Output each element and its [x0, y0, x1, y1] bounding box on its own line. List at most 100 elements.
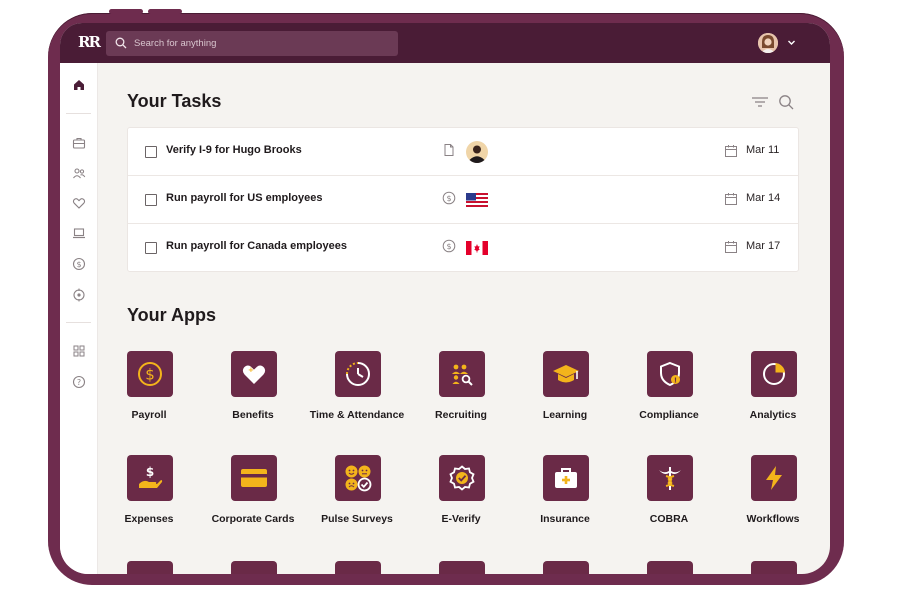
calendar-icon	[725, 241, 737, 253]
hand-dollar-icon: $	[127, 455, 173, 501]
task-list: Verify I-9 for Hugo Brooks Mar 11 Run pa…	[127, 127, 799, 272]
app-label: Expenses	[124, 513, 174, 525]
us-flag	[466, 193, 488, 207]
app-label: Compliance	[639, 409, 699, 421]
dollar-icon[interactable]: $	[71, 256, 87, 272]
pie-chart-icon	[751, 351, 797, 397]
chevron-down-icon[interactable]	[787, 38, 796, 47]
task-label: Run payroll for US employees	[166, 192, 323, 204]
task-label: Verify I-9 for Hugo Brooks	[166, 144, 302, 156]
shield-icon: !	[647, 351, 693, 397]
filter-icon[interactable]	[751, 95, 769, 114]
recruiting-icon	[439, 351, 485, 397]
search-input[interactable]	[134, 35, 384, 52]
home-icon[interactable]	[71, 77, 87, 93]
search-bar[interactable]	[106, 31, 398, 56]
app-tile-partial[interactable]	[127, 561, 173, 574]
people-icon[interactable]	[71, 165, 87, 181]
app-label: Learning	[542, 409, 588, 421]
app-corporate-cards[interactable]: Corporate Cards	[201, 455, 305, 535]
medical-bag-icon	[543, 455, 589, 501]
help-icon[interactable]: ?	[71, 374, 87, 390]
app-recruiting[interactable]: Recruiting	[409, 351, 513, 431]
laptop-icon[interactable]	[71, 225, 87, 241]
svg-text:$: $	[446, 242, 451, 251]
main-content: Your Tasks Verify I-9 for Hugo Brooks Ma…	[97, 63, 830, 574]
heart-icon: +	[231, 351, 277, 397]
app-e-verify[interactable]: E-Verify	[409, 455, 513, 535]
calendar-icon	[725, 193, 737, 205]
calendar-icon	[725, 145, 737, 157]
tablet-button	[148, 9, 182, 14]
task-row[interactable]: Run payroll for US employees $ Mar 14	[128, 176, 798, 224]
task-row[interactable]: Run payroll for Canada employees $ Mar 1…	[128, 224, 798, 271]
app-label: Corporate Cards	[211, 513, 295, 525]
svg-text:!: !	[674, 376, 677, 384]
dollar-icon: $	[442, 239, 456, 253]
sidebar-divider	[66, 113, 91, 114]
lightning-icon	[751, 455, 797, 501]
task-checkbox[interactable]	[145, 242, 157, 254]
app-pulse-surveys[interactable]: Pulse Surveys	[305, 455, 409, 535]
briefcase-icon[interactable]	[71, 135, 87, 151]
avatar-icon[interactable]	[758, 33, 778, 53]
app-label: Payroll	[131, 409, 167, 421]
app-tile-partial[interactable]	[231, 561, 277, 574]
badge-check-icon	[439, 455, 485, 501]
apps-icon[interactable]	[71, 343, 87, 359]
heart-icon[interactable]	[71, 195, 87, 211]
sidebar-divider	[66, 322, 91, 323]
svg-text:$: $	[145, 366, 155, 384]
app-benefits[interactable]: + Benefits	[201, 351, 305, 431]
tasks-title: Your Tasks	[127, 91, 222, 111]
app-workflows[interactable]: Workflows	[721, 455, 825, 535]
app-analytics[interactable]: Analytics	[721, 351, 825, 431]
task-due-date: Mar 11	[746, 144, 780, 156]
task-label: Run payroll for Canada employees	[166, 240, 347, 252]
card-icon	[231, 455, 277, 501]
app-tile-partial[interactable]	[751, 561, 797, 574]
rippling-logo[interactable]: RR	[78, 33, 101, 51]
app-cobra[interactable]: COBRA	[617, 455, 721, 535]
app-label: Insurance	[540, 513, 590, 525]
app-label: Analytics	[749, 409, 797, 421]
task-row[interactable]: Verify I-9 for Hugo Brooks Mar 11	[128, 128, 798, 176]
graduation-cap-icon	[543, 351, 589, 397]
dollar-icon: $	[442, 191, 456, 205]
svg-text:+: +	[248, 366, 254, 374]
svg-text:$: $	[146, 465, 154, 479]
task-checkbox[interactable]	[145, 194, 157, 206]
app-payroll[interactable]: $ Payroll	[97, 351, 201, 431]
apps-title: Your Apps	[127, 305, 216, 325]
app-tile-partial[interactable]	[543, 561, 589, 574]
caduceus-icon	[647, 455, 693, 501]
sidebar: $ ?	[60, 63, 98, 574]
app-expenses[interactable]: $ Expenses	[97, 455, 201, 535]
app-tile-partial[interactable]	[335, 561, 381, 574]
top-bar: RR	[60, 23, 830, 63]
app-tile-partial[interactable]	[647, 561, 693, 574]
app-label: Time & Attendance	[309, 409, 405, 421]
app-learning[interactable]: Learning	[513, 351, 617, 431]
dollar-icon: $	[127, 351, 173, 397]
task-due-date: Mar 14	[746, 192, 781, 204]
app-label: COBRA	[649, 513, 689, 525]
task-checkbox[interactable]	[145, 146, 157, 158]
svg-text:?: ?	[77, 378, 81, 387]
app-label: E-Verify	[441, 513, 481, 525]
smiley-icon	[335, 455, 381, 501]
task-search-icon[interactable]	[778, 94, 794, 115]
canada-flag	[466, 241, 488, 255]
app-time-attendance[interactable]: Time & Attendance	[305, 351, 409, 431]
app-tile-partial[interactable]	[439, 561, 485, 574]
app-label: Workflows	[746, 513, 800, 525]
clock-icon	[335, 351, 381, 397]
app-screen: RR $	[60, 23, 830, 574]
svg-text:$: $	[446, 194, 451, 203]
svg-text:$: $	[76, 260, 81, 269]
app-label: Benefits	[232, 409, 274, 421]
app-label: Pulse Surveys	[321, 513, 393, 525]
app-insurance[interactable]: Insurance	[513, 455, 617, 535]
app-compliance[interactable]: ! Compliance	[617, 351, 721, 431]
target-icon[interactable]	[71, 287, 87, 303]
